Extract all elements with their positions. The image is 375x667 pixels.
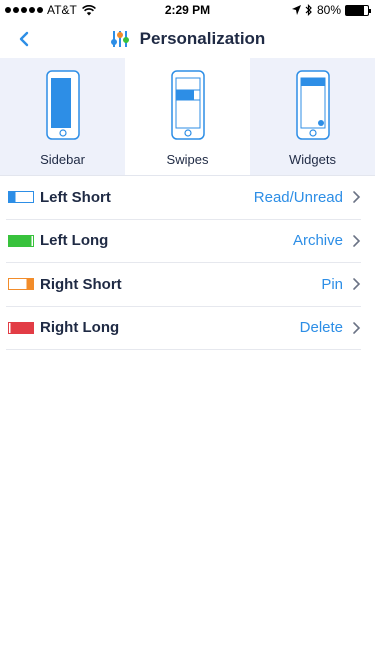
battery-fill xyxy=(346,5,364,15)
swipe-right-short-icon xyxy=(8,278,34,291)
swipes-phone-icon xyxy=(170,70,205,140)
swipe-label: Left Short xyxy=(40,188,111,206)
tab-sidebar[interactable]: Sidebar xyxy=(0,58,125,175)
sidebar-phone-icon xyxy=(45,70,80,140)
chevron-left-icon xyxy=(19,31,29,47)
tab-swipes[interactable]: Swipes xyxy=(125,58,250,175)
swipe-action-value: Delete xyxy=(299,319,343,337)
swipe-action-value: Pin xyxy=(321,275,343,293)
title-wrap: Personalization xyxy=(110,29,266,49)
tab-label: Widgets xyxy=(289,152,336,167)
chevron-right-icon xyxy=(353,278,361,291)
bluetooth-icon xyxy=(305,4,312,16)
personalization-tabs: Sidebar Swipes Widgets xyxy=(0,58,375,176)
swipe-label: Right Short xyxy=(40,275,122,293)
chevron-right-icon xyxy=(353,234,361,247)
swipe-action-value: Read/Unread xyxy=(253,188,343,206)
location-arrow-icon xyxy=(291,5,301,15)
swipe-row-right-short[interactable]: Right Short Pin xyxy=(6,263,361,307)
swipe-label: Left Long xyxy=(40,232,109,250)
page-title: Personalization xyxy=(139,29,266,48)
chevron-right-icon xyxy=(353,191,361,204)
status-right: 80% xyxy=(291,3,371,17)
tab-label: Swipes xyxy=(166,152,209,167)
swipe-row-left-short[interactable]: Left Short Read/Unread xyxy=(6,176,361,220)
widgets-phone-icon xyxy=(295,70,330,140)
swipe-label: Right Long xyxy=(40,319,120,337)
swipe-settings-list: Left Short Read/Unread Left Long Archive… xyxy=(6,176,361,350)
swipe-row-left-long[interactable]: Left Long Archive xyxy=(6,220,361,263)
back-button[interactable] xyxy=(12,27,36,51)
tab-label: Sidebar xyxy=(40,152,85,167)
swipe-action-value: Archive xyxy=(292,232,343,250)
tab-widgets[interactable]: Widgets xyxy=(250,58,375,175)
nav-bar: Personalization xyxy=(0,20,375,58)
swipe-right-long-icon xyxy=(8,321,34,334)
chevron-right-icon xyxy=(353,321,361,334)
swipe-left-short-icon xyxy=(8,191,34,204)
battery-icon xyxy=(345,4,371,16)
status-bar: AT&T 2:29 PM 80% xyxy=(0,0,375,20)
swipe-left-long-icon xyxy=(8,234,34,247)
sliders-icon xyxy=(110,31,129,47)
battery-percent: 80% xyxy=(316,3,341,17)
swipe-row-right-long[interactable]: Right Long Delete xyxy=(6,307,361,350)
